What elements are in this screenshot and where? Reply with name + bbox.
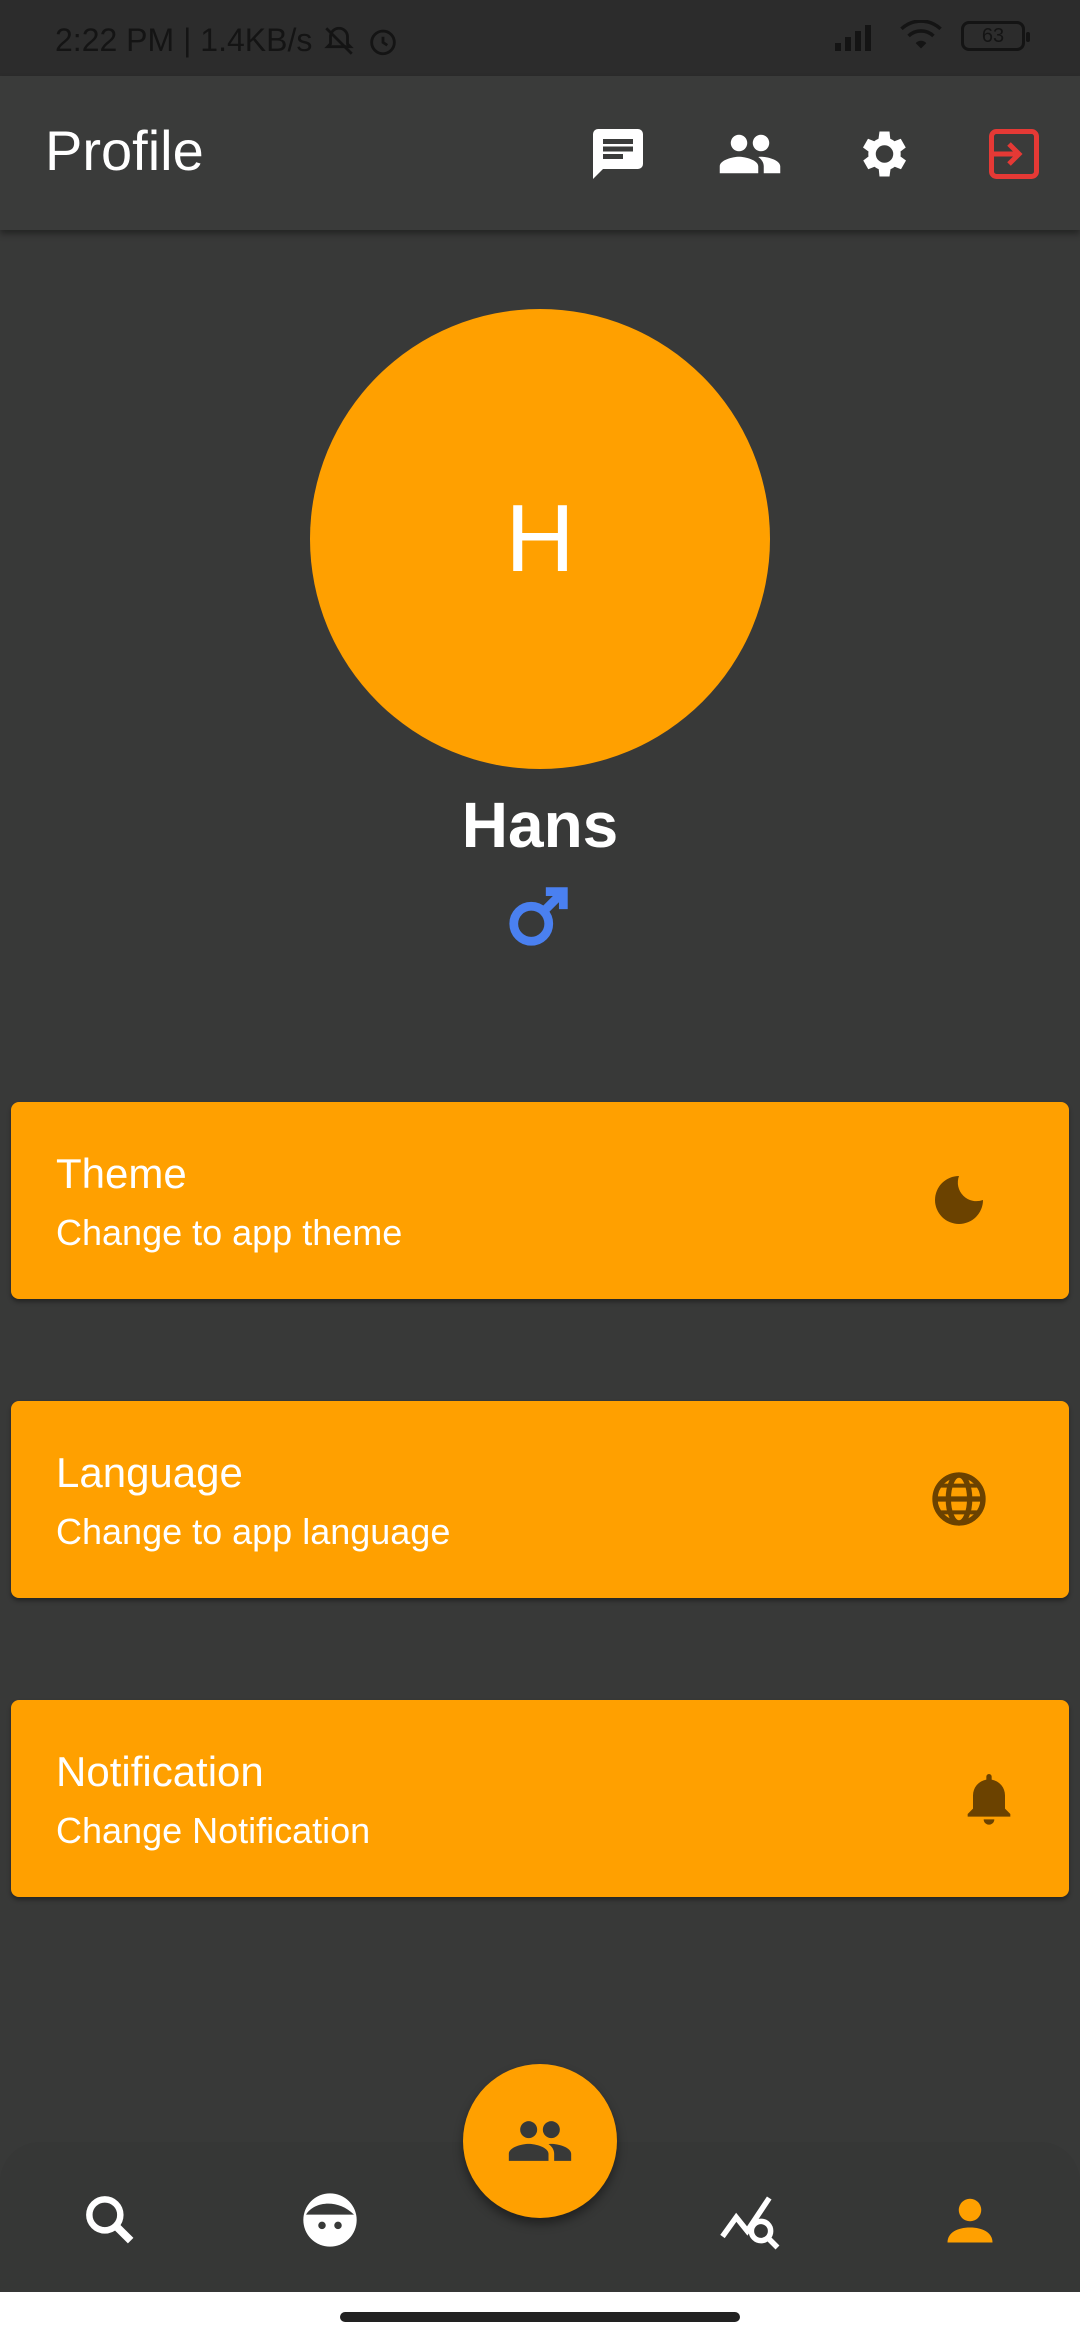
card-title: Theme	[56, 1150, 187, 1197]
card-subtitle: Change to app theme	[56, 1212, 403, 1253]
nav-search[interactable]	[72, 2182, 148, 2258]
chart-search-icon	[720, 2196, 780, 2250]
battery-icon: 63	[961, 21, 1030, 51]
male-icon	[509, 887, 568, 946]
card-title: Notification	[56, 1748, 264, 1795]
chat-icon	[593, 129, 643, 179]
nav-face[interactable]	[292, 2182, 368, 2258]
logout-icon	[989, 129, 1039, 179]
card-title: Language	[56, 1449, 243, 1496]
chat-button[interactable]	[580, 116, 656, 192]
theme-card[interactable]: Theme Change to app theme	[11, 1102, 1069, 1299]
person-icon	[947, 2198, 993, 2243]
nav-chart-search[interactable]	[712, 2182, 788, 2258]
avatar-letter: H	[505, 485, 575, 592]
bell-icon	[967, 1774, 1011, 1825]
home-indicator[interactable]	[340, 2312, 740, 2322]
user-name: Hans	[461, 789, 619, 861]
language-card[interactable]: Language Change to app language	[11, 1401, 1069, 1598]
gesture-bar	[0, 2292, 1080, 2340]
status-right: 63	[835, 20, 1030, 52]
globe-icon	[932, 1472, 986, 1526]
nav-profile[interactable]	[932, 2182, 1008, 2258]
avatar[interactable]: H	[310, 309, 770, 769]
status-left: 2:22 PM | 1.4KB/s	[55, 22, 400, 59]
moon-icon	[935, 1176, 983, 1224]
notification-card[interactable]: Notification Change Notification	[11, 1700, 1069, 1897]
people-icon	[719, 134, 781, 174]
people-icon	[508, 2121, 572, 2161]
settings-button[interactable]	[844, 116, 920, 192]
card-subtitle: Change to app language	[56, 1511, 451, 1552]
signal-icon	[835, 25, 871, 51]
card-subtitle: Change Notification	[56, 1810, 371, 1851]
app-bar: Profile	[0, 76, 1080, 230]
settings-icon	[863, 131, 906, 177]
alarm-icon	[370, 29, 397, 55]
friends-fab[interactable]	[463, 2064, 617, 2218]
battery-level: 63	[981, 24, 1005, 47]
page-title: Profile	[45, 119, 204, 182]
status-bar: 2:22 PM | 1.4KB/s 63	[0, 0, 1080, 76]
face-icon	[303, 2193, 357, 2247]
friends-button[interactable]	[712, 116, 788, 192]
logout-button[interactable]	[976, 116, 1052, 192]
status-time: 2:22 PM | 1.4KB/s	[55, 22, 313, 58]
wifi-icon	[900, 20, 942, 49]
search-icon	[86, 2196, 134, 2244]
mute-icon	[324, 26, 355, 55]
